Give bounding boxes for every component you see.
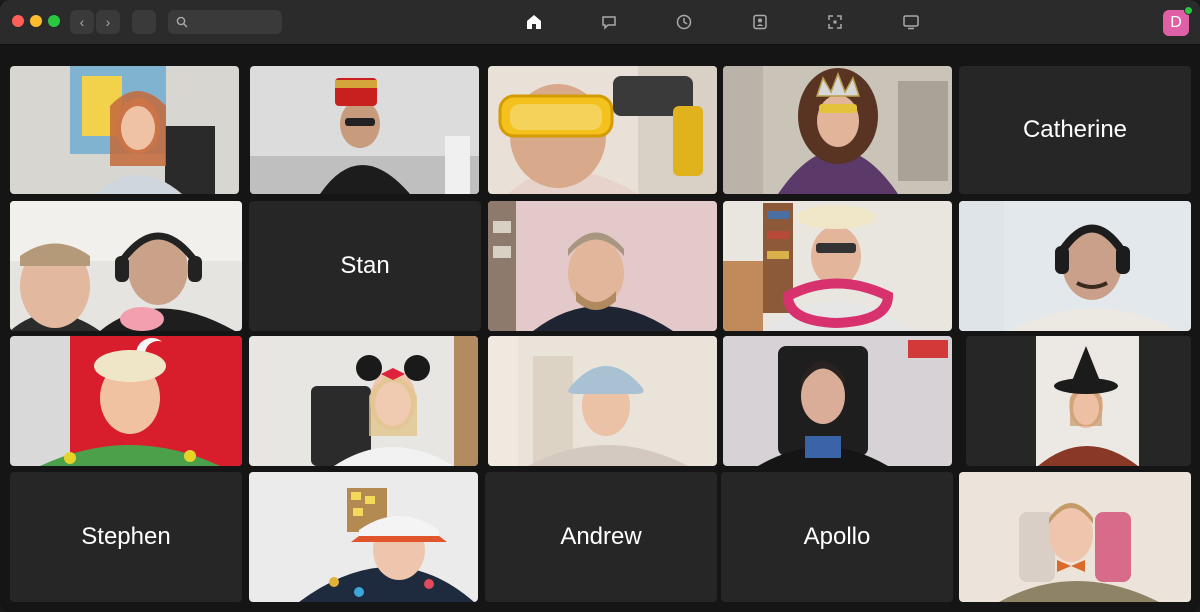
title-bar: ‹ › D <box>0 0 1200 45</box>
minimize-window-button[interactable] <box>30 15 42 27</box>
chat-icon[interactable] <box>599 12 619 32</box>
participant-name: Apollo <box>803 523 871 550</box>
participant-name: Stan <box>340 252 390 279</box>
back-button[interactable]: ‹ <box>70 10 94 34</box>
app-window: ‹ › D Catherine Stan Stephen Andrew Apol… <box>0 0 1200 612</box>
search-input[interactable] <box>168 10 282 34</box>
participant-video-10[interactable] <box>249 336 478 466</box>
participant-tile-apollo[interactable]: Apollo <box>721 472 953 602</box>
online-status-dot <box>1184 6 1193 15</box>
maximize-window-button[interactable] <box>48 15 60 27</box>
participant-grid: Catherine Stan Stephen Andrew Apollo <box>0 44 1200 612</box>
participant-name: Stephen <box>81 523 171 550</box>
screen-share-icon[interactable] <box>901 12 921 32</box>
home-icon[interactable] <box>524 12 544 32</box>
participant-video-14[interactable] <box>249 472 478 602</box>
participant-tile-andrew[interactable]: Andrew <box>485 472 717 602</box>
participant-name: Andrew <box>560 523 642 550</box>
participant-video-4[interactable] <box>723 66 952 194</box>
participant-video-12[interactable] <box>723 336 952 466</box>
participant-video-9[interactable] <box>10 336 242 466</box>
participant-video-8[interactable] <box>959 201 1191 331</box>
close-window-button[interactable] <box>12 15 24 27</box>
search-icon <box>176 16 188 28</box>
participant-video-3[interactable] <box>488 66 717 194</box>
participant-video-7[interactable] <box>723 201 952 331</box>
contacts-icon[interactable] <box>750 12 770 32</box>
participant-name: Catherine <box>1022 116 1128 143</box>
participant-video-2[interactable] <box>250 66 479 194</box>
participant-video-15[interactable] <box>959 472 1191 602</box>
participant-tile-catherine[interactable]: Catherine <box>959 66 1191 194</box>
participant-tile-stan[interactable]: Stan <box>249 201 481 331</box>
participant-tile-stephen[interactable]: Stephen <box>10 472 242 602</box>
participant-video-5[interactable] <box>10 201 242 331</box>
apps-icon[interactable] <box>825 12 845 32</box>
participant-video-13[interactable] <box>966 336 1191 466</box>
participant-video-11[interactable] <box>488 336 717 466</box>
participant-video-1[interactable] <box>10 66 239 194</box>
participant-video-6[interactable] <box>488 201 717 331</box>
history-button[interactable] <box>132 10 156 34</box>
forward-button[interactable]: › <box>96 10 120 34</box>
clock-icon[interactable] <box>674 12 694 32</box>
